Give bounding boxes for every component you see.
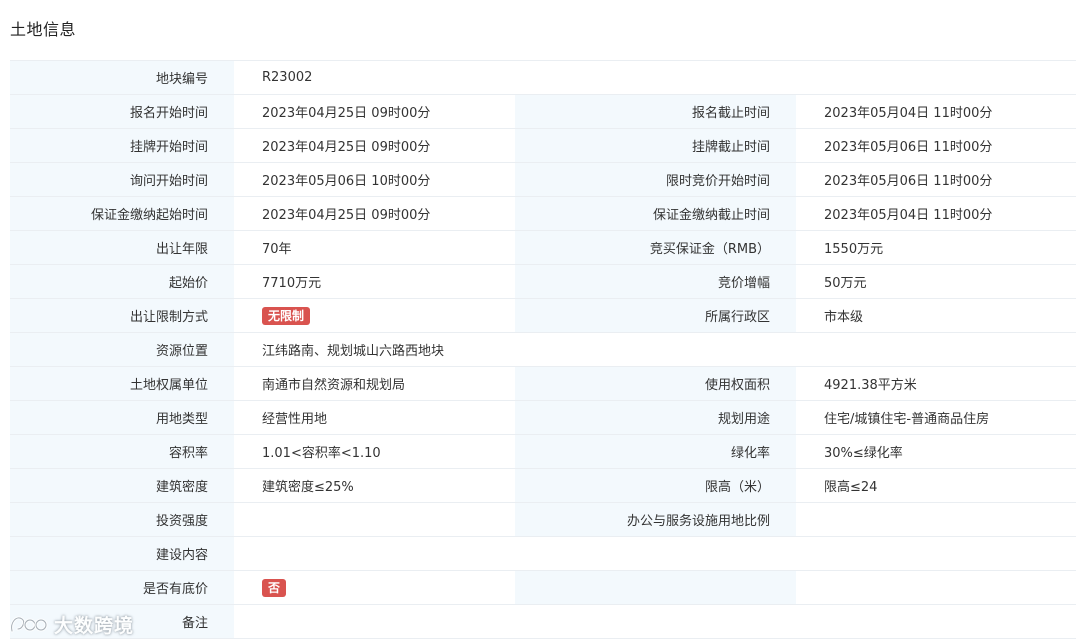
table-row: 报名开始时间 2023年04月25日 09时00分 报名截止时间 2023年05… [10, 94, 1077, 129]
area-value: 4921.38平方米 [796, 366, 1077, 401]
watermark-text: 大数跨境 [54, 614, 135, 637]
land-info-table: 地块编号 R23002 报名开始时间 2023年04月25日 09时00分 报名… [10, 60, 1077, 639]
list-end-value: 2023年05月06日 11时00分 [796, 128, 1077, 163]
owner-value: 南通市自然资源和规划局 [234, 366, 515, 401]
construction-value [234, 536, 1077, 571]
far-value: 1.01<容积率<1.10 [234, 434, 515, 469]
watermark: 大数跨境 [8, 609, 134, 639]
height-value: 限高≤24 [796, 468, 1077, 503]
remarks-value [234, 604, 1077, 639]
planned-use-value: 住宅/城镇住宅-普通商品住房 [796, 400, 1077, 435]
density-label: 建筑密度 [10, 468, 234, 503]
table-row: 投资强度 办公与服务设施用地比例 [10, 502, 1077, 537]
empty-label-cell [515, 570, 796, 605]
plot-no-value: R23002 [234, 60, 1077, 95]
table-row: 容积率 1.01<容积率<1.10 绿化率 30%≤绿化率 [10, 434, 1077, 469]
office-ratio-label: 办公与服务设施用地比例 [515, 502, 796, 537]
area-label: 使用权面积 [515, 366, 796, 401]
district-value: 市本级 [796, 298, 1077, 333]
term-value: 70年 [234, 230, 515, 265]
list-start-label: 挂牌开始时间 [10, 128, 234, 163]
reg-end-value: 2023年05月04日 11时00分 [796, 94, 1077, 129]
green-rate-label: 绿化率 [515, 434, 796, 469]
table-row: 挂牌开始时间 2023年04月25日 09时00分 挂牌截止时间 2023年05… [10, 128, 1077, 163]
office-ratio-value [796, 502, 1077, 537]
investment-value [234, 502, 515, 537]
owner-label: 土地权属单位 [10, 366, 234, 401]
land-type-label: 用地类型 [10, 400, 234, 435]
list-end-label: 挂牌截止时间 [515, 128, 796, 163]
table-row: 建设内容 [10, 536, 1077, 571]
deposit-amount-label: 竞买保证金（RMB） [515, 230, 796, 265]
reserve-label: 是否有底价 [10, 570, 234, 605]
reg-start-label: 报名开始时间 [10, 94, 234, 129]
table-row: 土地权属单位 南通市自然资源和规划局 使用权面积 4921.38平方米 [10, 366, 1077, 401]
table-row: 保证金缴纳起始时间 2023年04月25日 09时00分 保证金缴纳截止时间 2… [10, 196, 1077, 231]
green-rate-value: 30%≤绿化率 [796, 434, 1077, 469]
planned-use-label: 规划用途 [515, 400, 796, 435]
empty-value-cell [796, 570, 1077, 605]
restriction-cell: 无限制 [234, 298, 515, 333]
reg-end-label: 报名截止时间 [515, 94, 796, 129]
deposit-start-label: 保证金缴纳起始时间 [10, 196, 234, 231]
deposit-end-value: 2023年05月04日 11时00分 [796, 196, 1077, 231]
table-row: 地块编号 R23002 [10, 60, 1077, 95]
increment-value: 50万元 [796, 264, 1077, 299]
investment-label: 投资强度 [10, 502, 234, 537]
section-title: 土地信息 [10, 20, 77, 39]
table-row: 询问开始时间 2023年05月06日 10时00分 限时竞价开始时间 2023年… [10, 162, 1077, 197]
start-price-label: 起始价 [10, 264, 234, 299]
plot-no-label: 地块编号 [10, 60, 234, 95]
restriction-badge: 无限制 [262, 306, 311, 325]
table-row: 起始价 7710万元 竞价增幅 50万元 [10, 264, 1077, 299]
land-type-value: 经营性用地 [234, 400, 515, 435]
table-row: 建筑密度 建筑密度≤25% 限高（米） 限高≤24 [10, 468, 1077, 503]
height-label: 限高（米） [515, 468, 796, 503]
deposit-end-label: 保证金缴纳截止时间 [515, 196, 796, 231]
table-row: 资源位置 江纬路南、规划城山六路西地块 [10, 332, 1077, 367]
construction-label: 建设内容 [10, 536, 234, 571]
location-value: 江纬路南、规划城山六路西地块 [234, 332, 1077, 367]
increment-label: 竞价增幅 [515, 264, 796, 299]
land-info-page: 土地信息 地块编号 R23002 报名开始时间 2023年04月25日 09时0… [0, 0, 1080, 644]
restriction-label: 出让限制方式 [10, 298, 234, 333]
reserve-badge: 否 [262, 578, 287, 597]
term-label: 出让年限 [10, 230, 234, 265]
far-label: 容积率 [10, 434, 234, 469]
table-row: 是否有底价 否 [10, 570, 1077, 605]
inquiry-start-label: 询问开始时间 [10, 162, 234, 197]
density-value: 建筑密度≤25% [234, 468, 515, 503]
deposit-start-value: 2023年04月25日 09时00分 [234, 196, 515, 231]
district-label: 所属行政区 [515, 298, 796, 333]
table-row: 出让限制方式 无限制 所属行政区 市本级 [10, 298, 1077, 333]
reg-start-value: 2023年04月25日 09时00分 [234, 94, 515, 129]
list-start-value: 2023年04月25日 09时00分 [234, 128, 515, 163]
table-row: 出让年限 70年 竞买保证金（RMB） 1550万元 [10, 230, 1077, 265]
bid-start-value: 2023年05月06日 11时00分 [796, 162, 1077, 197]
start-price-value: 7710万元 [234, 264, 515, 299]
deposit-amount-value: 1550万元 [796, 230, 1077, 265]
bid-start-label: 限时竞价开始时间 [515, 162, 796, 197]
watermark-logo-icon [10, 616, 48, 633]
table-row: 备注 [10, 604, 1077, 639]
inquiry-start-value: 2023年05月06日 10时00分 [234, 162, 515, 197]
reserve-cell: 否 [234, 570, 515, 605]
table-row: 用地类型 经营性用地 规划用途 住宅/城镇住宅-普通商品住房 [10, 400, 1077, 435]
location-label: 资源位置 [10, 332, 234, 367]
